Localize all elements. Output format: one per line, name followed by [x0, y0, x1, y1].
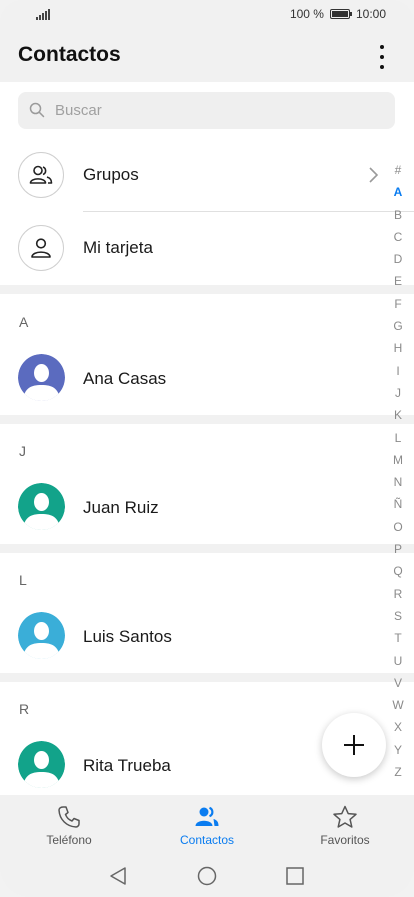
alphabet-index-letter[interactable]: C [394, 226, 403, 248]
tab-contacts[interactable]: Contactos [138, 795, 276, 853]
alphabet-index-letter[interactable]: K [394, 404, 402, 426]
groups-label: Grupos [83, 165, 139, 184]
search-input[interactable]: Buscar [18, 92, 395, 129]
avatar [18, 354, 65, 401]
alphabet-index-letter[interactable]: I [396, 360, 399, 382]
alphabet-index-letter[interactable]: P [394, 538, 402, 560]
more-options-button[interactable] [372, 44, 392, 70]
alphabet-index-letter[interactable]: R [394, 583, 403, 605]
avatar [18, 741, 65, 788]
page-title: Contactos [18, 43, 121, 66]
battery-icon [329, 9, 352, 19]
section-header: A [19, 314, 29, 330]
alphabet-index-letter[interactable]: O [393, 516, 402, 538]
alphabet-index-letter[interactable]: M [393, 449, 403, 471]
section-header: J [19, 443, 26, 459]
tab-favorites-label: Favoritos [320, 833, 370, 847]
alphabet-index-letter[interactable]: G [393, 315, 402, 337]
clock: 10:00 [355, 7, 386, 21]
alphabet-index-letter[interactable]: N [394, 471, 403, 493]
tab-contacts-label: Contactos [179, 833, 235, 847]
alphabet-index-letter[interactable]: Q [393, 560, 402, 582]
avatar [18, 612, 65, 659]
alphabet-index-letter[interactable]: V [394, 672, 402, 694]
section-header: R [19, 701, 30, 717]
alphabet-index-letter[interactable]: Y [394, 739, 402, 761]
back-icon[interactable] [107, 865, 129, 887]
home-icon[interactable] [196, 865, 218, 887]
tab-phone-label: Teléfono [46, 833, 92, 847]
contact-row[interactable]: Juan Ruiz [0, 471, 385, 543]
add-contact-button[interactable] [322, 713, 386, 777]
contact-row[interactable]: Ana Casas [0, 342, 385, 414]
alphabet-index-letter[interactable]: Z [394, 761, 401, 783]
alphabet-index-letter[interactable]: E [394, 270, 402, 292]
alphabet-index-letter[interactable]: F [394, 293, 401, 315]
contact-row[interactable]: Luis Santos [0, 600, 385, 672]
phone-screen: 100 % 10:00 Contactos Buscar Grupos Mi t… [0, 0, 414, 897]
contacts-icon [195, 806, 219, 826]
groups-icon [18, 152, 64, 198]
avatar [18, 483, 65, 530]
bottom-navigation: Teléfono Contactos Favoritos [0, 795, 414, 853]
contact-name: Juan Ruiz [83, 498, 159, 517]
alphabet-index-letter[interactable]: H [394, 337, 403, 359]
alphabet-index-letter[interactable]: X [394, 716, 402, 738]
search-placeholder: Buscar [55, 102, 102, 119]
recent-apps-icon[interactable] [284, 865, 306, 887]
alphabet-index-letter[interactable]: B [394, 204, 402, 226]
alphabet-index-letter[interactable]: T [394, 627, 401, 649]
groups-row[interactable]: Grupos [0, 139, 385, 211]
section-header: L [19, 572, 27, 588]
my-card-label: Mi tarjeta [83, 238, 153, 257]
tab-favorites[interactable]: Favoritos [276, 795, 414, 853]
alphabet-index-letter[interactable]: W [392, 694, 403, 716]
alphabet-index-letter[interactable]: S [394, 605, 402, 627]
status-bar: 100 % 10:00 [0, 0, 414, 30]
contact-name: Ana Casas [83, 369, 167, 388]
tab-phone[interactable]: Teléfono [0, 795, 138, 853]
alphabet-index[interactable]: # A B C D E F G H I J K L M N Ñ O P Q R S T U V W X Y Z [392, 159, 404, 783]
alphabet-index-letter[interactable]: J [395, 382, 401, 404]
alphabet-index-letter[interactable]: # [395, 159, 402, 181]
alphabet-index-letter[interactable]: D [394, 248, 403, 270]
my-card-row[interactable]: Mi tarjeta [0, 212, 385, 284]
person-icon [18, 225, 64, 271]
alphabet-index-letter[interactable]: Ñ [394, 493, 403, 515]
system-navigation-bar [0, 853, 414, 897]
contact-name: Rita Trueba [83, 756, 171, 775]
alphabet-index-letter[interactable]: L [395, 427, 402, 449]
alphabet-index-letter[interactable]: U [394, 650, 403, 672]
search-icon [29, 102, 45, 118]
more-vertical-icon [380, 45, 384, 49]
plus-icon [344, 735, 364, 755]
alphabet-index-letter[interactable]: A [394, 181, 403, 203]
chevron-right-icon [369, 167, 379, 183]
phone-icon [58, 806, 80, 828]
battery-percentage: 100 % [289, 7, 324, 21]
contact-name: Luis Santos [83, 627, 172, 646]
signal-icon [36, 8, 50, 20]
star-icon [333, 805, 357, 828]
app-header: Contactos [0, 30, 414, 82]
